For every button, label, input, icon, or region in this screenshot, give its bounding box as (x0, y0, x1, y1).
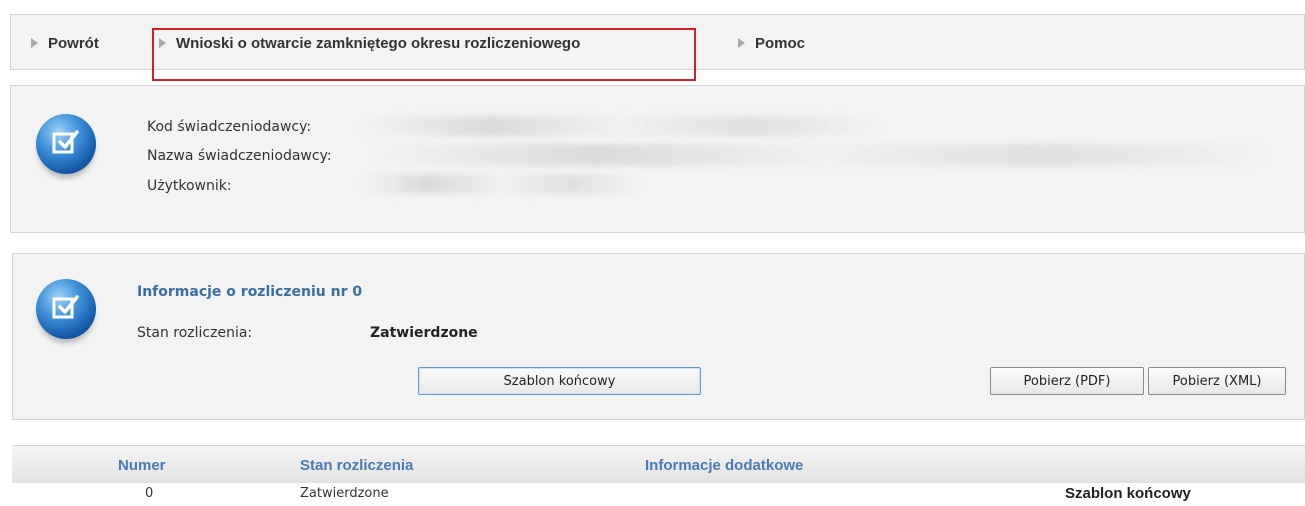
nav-requests-label: Wnioski o otwarcie zamkniętego okresu ro… (176, 34, 581, 52)
arrow-right-icon (159, 38, 166, 48)
download-xml-button[interactable]: Pobierz (XML) (1148, 367, 1286, 395)
row-status-cell: Zatwierdzone (300, 486, 389, 501)
nav-help-link[interactable]: Pomoc (738, 15, 805, 71)
provider-code-label: Kod świadczeniodawcy: (147, 119, 312, 135)
user-label: Użytkownik: (147, 178, 232, 194)
nav-back-label: Powrót (48, 34, 99, 52)
arrow-right-icon (738, 38, 745, 48)
settlement-title: Informacje o rozliczeniu nr 0 (137, 284, 363, 300)
arrow-right-icon (31, 38, 38, 48)
top-navigation: Powrót Wnioski o otwarcie zamkniętego ok… (10, 14, 1305, 81)
row-number-cell: 0 (145, 486, 154, 501)
redacted-provider-name (371, 144, 1271, 166)
settlement-status-label: Stan rozliczenia: (137, 325, 253, 341)
provider-name-label: Nazwa świadczeniodawcy: (147, 148, 332, 164)
redacted-user (361, 174, 641, 194)
document-check-icon (36, 114, 96, 174)
redacted-provider-code (361, 116, 881, 136)
download-pdf-button[interactable]: Pobierz (PDF) (990, 367, 1144, 395)
column-header-status[interactable]: Stan rozliczenia (300, 446, 413, 484)
provider-info-panel: Kod świadczeniodawcy: Nazwa świadczeniod… (10, 85, 1305, 233)
settlement-status-value: Zatwierdzone (370, 325, 478, 341)
row-template-link[interactable]: Szablon końcowy (1065, 485, 1191, 502)
table-header: Numer Stan rozliczenia Informacje dodatk… (12, 445, 1305, 483)
nav-back-link[interactable]: Powrót (31, 15, 99, 71)
nav-help-label: Pomoc (755, 34, 806, 52)
nav-requests-link[interactable]: Wnioski o otwarcie zamkniętego okresu ro… (159, 15, 580, 71)
column-header-info[interactable]: Informacje dodatkowe (645, 446, 803, 484)
final-template-button[interactable]: Szablon końcowy (418, 367, 701, 395)
document-check-icon (36, 279, 96, 339)
column-header-number[interactable]: Numer (118, 446, 166, 484)
